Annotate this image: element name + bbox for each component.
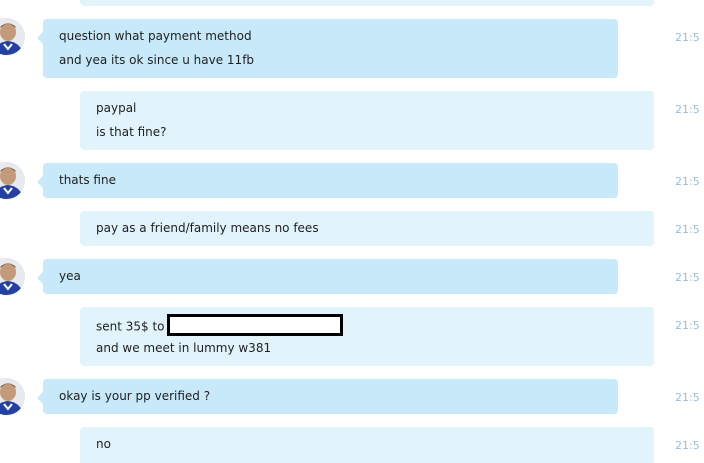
message-bubble[interactable]: okay is your pp verified ?: [37, 379, 618, 414]
message-timestamp: 21:5: [675, 223, 700, 236]
message-text: thats fine: [59, 173, 116, 187]
message-timestamp: 21:5: [675, 103, 700, 116]
message-bubble[interactable]: yea: [37, 259, 618, 294]
message-bubble[interactable]: pay as a friend/family means no fees: [80, 211, 654, 246]
message-timestamp: 21:5: [675, 31, 700, 44]
contact-avatar-icon[interactable]: [0, 258, 25, 295]
message-text: is that fine?: [96, 125, 167, 139]
message-timestamp: 21:5: [675, 319, 700, 332]
message-bubble[interactable]: sent 35$ to and we meet in lummy w381: [80, 307, 654, 366]
message-text-row: sent 35$ to: [96, 314, 343, 338]
message-timestamp: 21:5: [675, 391, 700, 404]
message-timestamp: 21:5: [675, 175, 700, 188]
message-bubble[interactable]: paypal is that fine?: [80, 91, 654, 150]
message-bubble[interactable]: thats fine: [37, 163, 618, 198]
message-text: and yea its ok since u have 11fb: [59, 53, 255, 67]
message-text: sent 35$ to: [96, 319, 165, 334]
contact-avatar-icon[interactable]: [0, 162, 25, 199]
contact-avatar-icon[interactable]: [0, 18, 25, 55]
message-text: pay as a friend/family means no fees: [96, 221, 319, 235]
redaction-box: [166, 314, 343, 336]
message-text: question what payment method: [59, 29, 252, 43]
message-text: and we meet in lummy w381: [96, 341, 272, 355]
message-bubble-previous: [80, 0, 654, 6]
message-bubble[interactable]: question what payment method and yea its…: [37, 19, 618, 78]
chat-history: question what payment method and yea its…: [0, 0, 704, 463]
message-timestamp: 21:5: [675, 271, 700, 284]
contact-avatar-icon[interactable]: [0, 378, 25, 415]
message-bubble[interactable]: no: [80, 427, 654, 463]
message-text: okay is your pp verified ?: [59, 389, 211, 403]
message-text: yea: [59, 269, 81, 283]
message-timestamp: 21:5: [675, 439, 700, 452]
message-text: no: [96, 437, 111, 451]
message-text: paypal: [96, 101, 137, 115]
